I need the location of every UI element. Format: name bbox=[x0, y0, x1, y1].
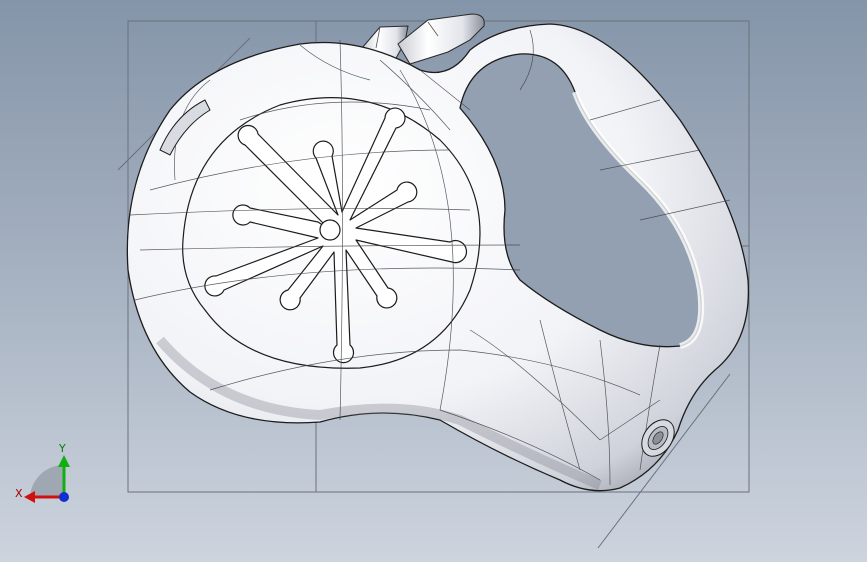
3d-viewport[interactable] bbox=[0, 0, 867, 562]
x-axis-label: X bbox=[15, 487, 23, 500]
y-axis-label: Y bbox=[59, 442, 66, 455]
axis-triad bbox=[24, 455, 70, 503]
